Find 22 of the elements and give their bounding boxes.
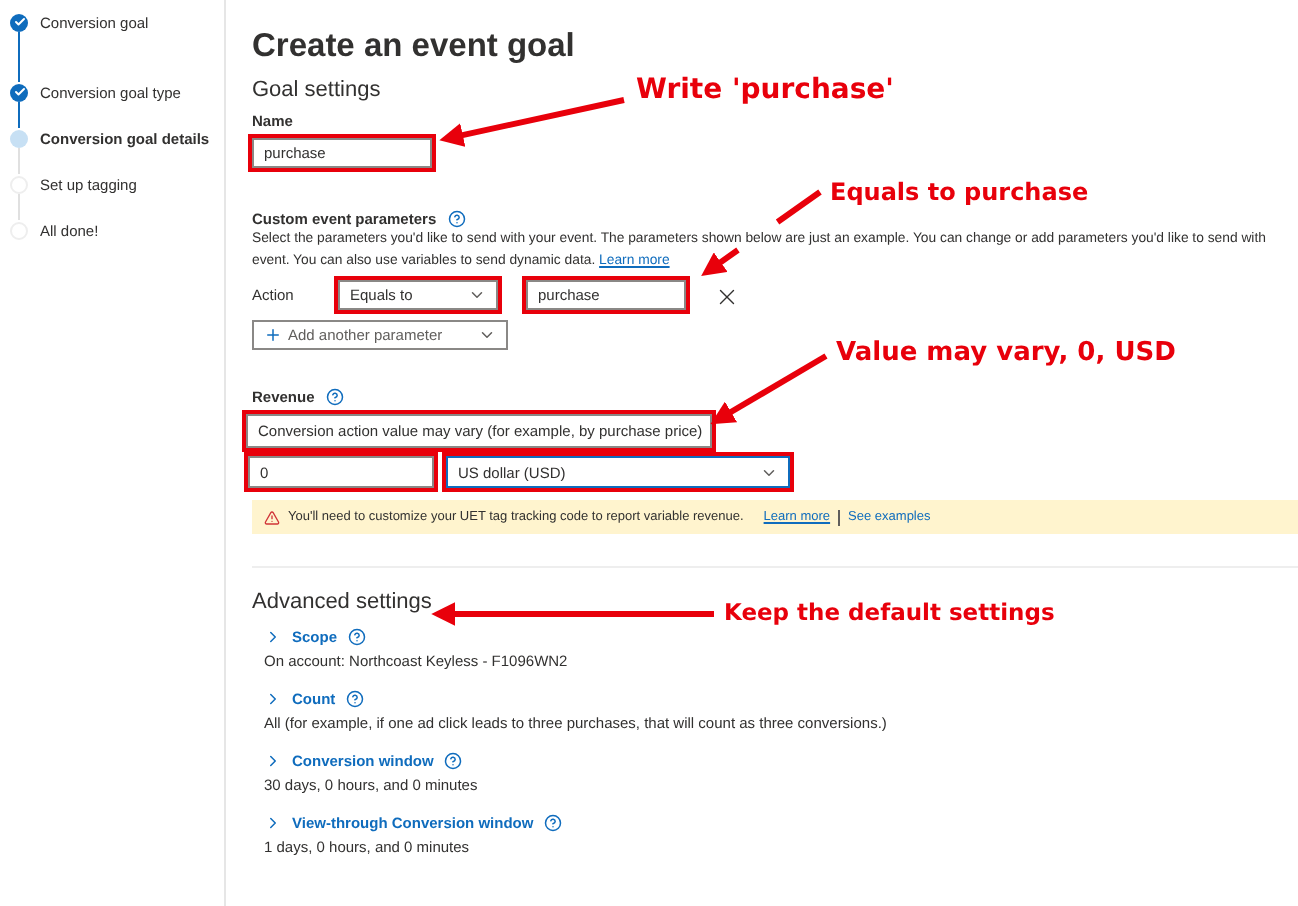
- chevron-icon[interactable]: [264, 814, 282, 832]
- section-heading: Goal settings: [252, 78, 381, 102]
- page-title: Create an event goal: [252, 28, 577, 66]
- help-icon[interactable]: [347, 628, 366, 646]
- chevron-icon[interactable]: [264, 690, 282, 708]
- chevron-icon[interactable]: [264, 628, 282, 646]
- chevron-icon[interactable]: [264, 752, 282, 770]
- help-icon[interactable]: [326, 388, 345, 406]
- chevron-down-icon: [478, 326, 496, 344]
- plus-icon: [264, 326, 282, 344]
- help-icon[interactable]: [448, 210, 467, 228]
- section-heading: Advanced settings: [252, 590, 432, 614]
- warning-icon: [264, 509, 280, 525]
- annotation-text: Keep the default settings: [724, 598, 1055, 626]
- help-icon[interactable]: [543, 814, 562, 832]
- annotation-text: Value may vary, 0, USD: [836, 338, 1176, 368]
- annotation-text: Equals to purchase: [830, 178, 1089, 206]
- close-icon[interactable]: [714, 284, 740, 310]
- chevron-down-icon: [468, 286, 486, 304]
- annotation-text: Write 'purchase': [636, 74, 894, 106]
- help-icon[interactable]: [443, 752, 462, 770]
- help-icon[interactable]: [345, 690, 364, 708]
